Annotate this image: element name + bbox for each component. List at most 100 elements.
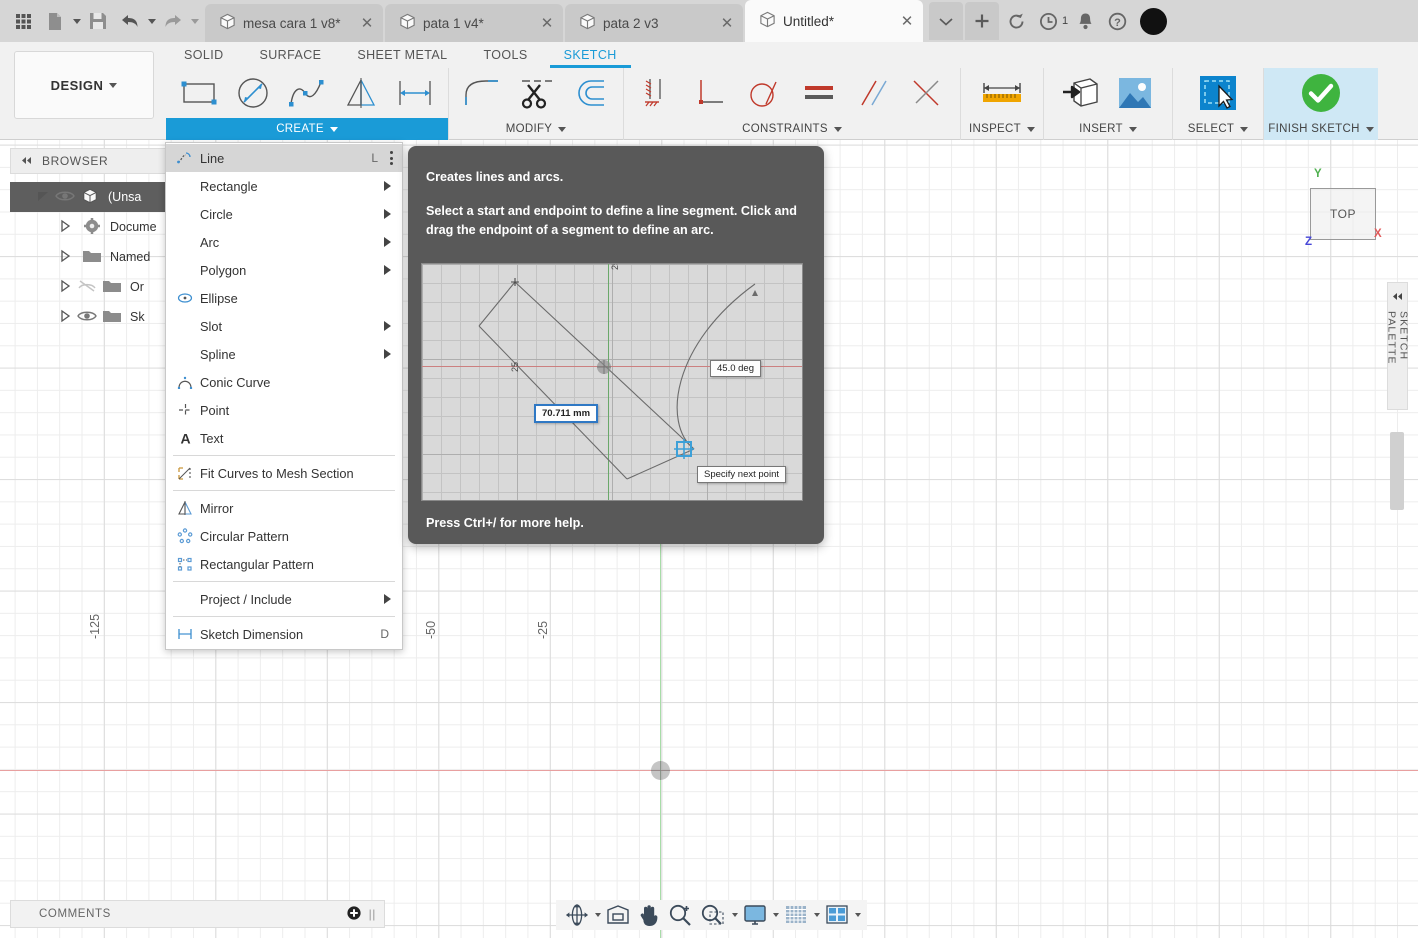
workspace-selector[interactable]: DESIGN	[14, 51, 154, 119]
perpendicular-icon[interactable]	[684, 70, 738, 116]
new-tab-plus-icon[interactable]	[965, 2, 999, 40]
expander-triangle-icon[interactable]	[58, 219, 72, 236]
angle-input-chip[interactable]: 45.0 deg	[710, 360, 761, 377]
undo-caret-icon[interactable]	[148, 18, 156, 24]
display-settings-icon[interactable]	[740, 901, 770, 929]
measure-icon[interactable]	[975, 70, 1029, 116]
save-icon[interactable]	[83, 6, 113, 36]
menu-item[interactable]: Polygon	[166, 256, 402, 284]
equal-icon[interactable]	[792, 70, 846, 116]
orbit-icon[interactable]	[562, 901, 592, 929]
fix-constraint-icon[interactable]	[630, 70, 684, 116]
refresh-sync-icon[interactable]	[1001, 6, 1031, 36]
visibility-eye-icon[interactable]	[77, 279, 97, 296]
mirror-icon[interactable]	[334, 70, 388, 116]
ribbon-tab[interactable]: SKETCH	[546, 42, 635, 68]
collapse-right-icon[interactable]	[1391, 288, 1404, 306]
zoom-in-icon[interactable]	[665, 901, 695, 929]
zoom-window-icon[interactable]	[697, 901, 729, 929]
add-comment-icon[interactable]	[346, 905, 361, 923]
apps-grid-icon[interactable]	[8, 6, 38, 36]
help-icon[interactable]: ?	[1102, 6, 1132, 36]
trim-scissors-icon[interactable]	[509, 70, 563, 116]
pan-hand-icon[interactable]	[635, 901, 663, 929]
insert-derive-icon[interactable]	[1054, 70, 1108, 116]
coincident-icon[interactable]	[900, 70, 954, 116]
new-file-icon[interactable]	[40, 6, 70, 36]
expander-triangle-icon[interactable]	[36, 189, 50, 206]
expander-triangle-icon[interactable]	[58, 249, 72, 266]
menu-item[interactable]: Slot	[166, 312, 402, 340]
menu-item[interactable]: Mirror	[166, 494, 402, 522]
menu-item[interactable]: Rectangle	[166, 172, 402, 200]
redo-caret-icon[interactable]	[191, 18, 199, 24]
close-icon[interactable]: ✕	[359, 14, 375, 32]
display-settings-caret-icon[interactable]	[773, 913, 779, 917]
insert-image-icon[interactable]	[1108, 70, 1162, 116]
visibility-eye-icon[interactable]	[55, 189, 75, 206]
menu-item[interactable]: Circle	[166, 200, 402, 228]
tab-overflow-chevron-icon[interactable]	[929, 2, 963, 40]
ribbon-tab[interactable]: TOOLS	[465, 42, 545, 68]
menu-item[interactable]: Rectangular Pattern	[166, 550, 402, 578]
create-dropdown-menu[interactable]: Line L Rectangle Circle Arc Polygon Elli…	[165, 142, 403, 650]
menu-item[interactable]: Sketch Dimension D	[166, 620, 402, 648]
document-tab[interactable]: Untitled* ✕	[745, 0, 923, 42]
circle-icon[interactable]	[226, 70, 280, 116]
viewports-caret-icon[interactable]	[855, 913, 861, 917]
menu-overflow-icon[interactable]	[382, 151, 393, 165]
dimension-icon[interactable]	[388, 70, 442, 116]
document-tab[interactable]: pata 2 v3 ✕	[565, 4, 743, 42]
origin-point[interactable]	[651, 761, 670, 780]
zoom-window-caret-icon[interactable]	[732, 913, 738, 917]
grid-snap-caret-icon[interactable]	[814, 913, 820, 917]
browser-item-label: (Unsa	[108, 190, 142, 204]
menu-item[interactable]: Point	[166, 396, 402, 424]
user-avatar[interactable]	[1140, 7, 1168, 35]
notifications-bell-icon[interactable]	[1070, 6, 1100, 36]
close-icon[interactable]: ✕	[899, 12, 915, 30]
expander-triangle-icon[interactable]	[58, 309, 72, 326]
viewports-icon[interactable]	[822, 901, 852, 929]
select-window-icon[interactable]	[1191, 70, 1245, 116]
finish-check-icon[interactable]	[1294, 70, 1348, 116]
new-file-caret-icon[interactable]	[73, 18, 81, 24]
spline-icon[interactable]	[280, 70, 334, 116]
close-icon[interactable]: ✕	[539, 14, 555, 32]
menu-item[interactable]: Project / Include	[166, 585, 402, 613]
redo-icon[interactable]	[158, 6, 188, 36]
menu-item[interactable]: Conic Curve	[166, 368, 402, 396]
fillet-icon[interactable]	[455, 70, 509, 116]
document-tab[interactable]: mesa cara 1 v8* ✕	[205, 4, 383, 42]
menu-item[interactable]: Fit Curves to Mesh Section	[166, 459, 402, 487]
ribbon-tab[interactable]: SOLID	[166, 42, 242, 68]
menu-item[interactable]: Line L	[166, 144, 402, 172]
recent-history-icon[interactable]	[1033, 6, 1063, 36]
offset-icon[interactable]	[563, 70, 617, 116]
menu-item[interactable]: Spline	[166, 340, 402, 368]
parallel-icon[interactable]	[846, 70, 900, 116]
visibility-eye-icon[interactable]	[77, 309, 97, 326]
dimension-input-chip[interactable]: 70.711 mm	[534, 404, 599, 423]
menu-item[interactable]: Ellipse	[166, 284, 402, 312]
orbit-caret-icon[interactable]	[595, 913, 601, 917]
rectangle-icon[interactable]	[172, 70, 226, 116]
grid-snap-icon[interactable]	[781, 901, 811, 929]
menu-item[interactable]: A Text	[166, 424, 402, 452]
close-icon[interactable]: ✕	[719, 14, 735, 32]
ribbon-tab[interactable]: SURFACE	[242, 42, 340, 68]
view-cube[interactable]: TOP	[1310, 188, 1376, 240]
expander-triangle-icon[interactable]	[58, 279, 72, 296]
canvas-scrollbar[interactable]	[1390, 432, 1404, 510]
document-tab[interactable]: pata 1 v4* ✕	[385, 4, 563, 42]
look-at-icon[interactable]	[603, 901, 633, 929]
undo-icon[interactable]	[115, 6, 145, 36]
menu-item[interactable]: Arc	[166, 228, 402, 256]
collapse-left-icon[interactable]	[20, 154, 33, 168]
tangent-icon[interactable]	[738, 70, 792, 116]
ribbon-tab[interactable]: SHEET METAL	[339, 42, 465, 68]
sketch-palette-tab[interactable]: SKETCH PALETTE	[1386, 282, 1410, 410]
comments-panel[interactable]: COMMENTS ||	[10, 900, 385, 928]
menu-item[interactable]: Circular Pattern	[166, 522, 402, 550]
comments-resize-handle[interactable]: ||	[369, 907, 376, 921]
